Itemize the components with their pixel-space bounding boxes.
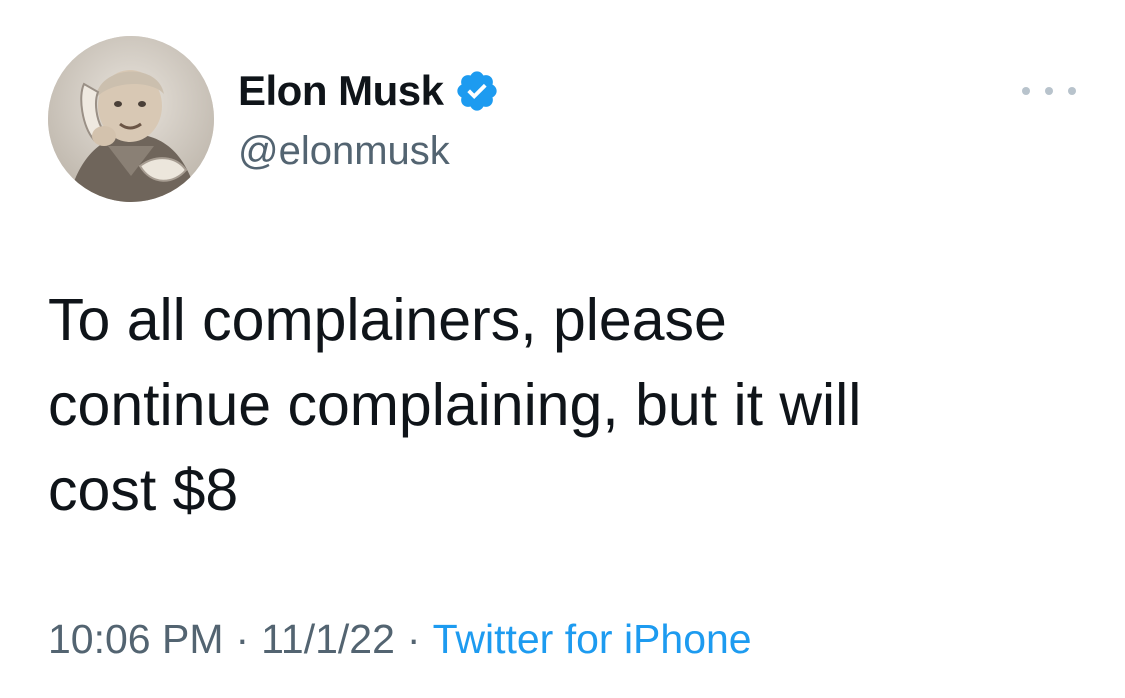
avatar-photo (48, 36, 214, 202)
more-horizontal-icon (1022, 87, 1030, 95)
meta-separator: · (406, 616, 421, 662)
meta-separator: · (235, 616, 250, 662)
more-options-button[interactable] (1022, 80, 1076, 102)
tweet-text: To all complainers, please continue comp… (48, 278, 1088, 533)
tweet-card: Elon Musk @elonmusk To all complainers, … (0, 0, 1125, 698)
tweet-text-line: continue complaining, but it will (48, 372, 862, 438)
tweet-source-link[interactable]: Twitter for iPhone (433, 616, 752, 662)
more-horizontal-icon (1068, 87, 1076, 95)
avatar[interactable] (48, 36, 214, 202)
author-name-row: Elon Musk (238, 64, 500, 118)
tweet-date[interactable]: 11/1/22 (261, 616, 395, 662)
author-handle[interactable]: @elonmusk (238, 124, 450, 178)
tweet-text-line: cost $8 (48, 457, 239, 523)
more-horizontal-icon (1045, 87, 1053, 95)
verified-badge-icon (454, 68, 500, 114)
tweet-text-line: To all complainers, please (48, 287, 727, 353)
tweet-meta: 10:06 PM · 11/1/22 · Twitter for iPhone (48, 612, 752, 666)
author-display-name[interactable]: Elon Musk (238, 64, 444, 118)
tweet-time[interactable]: 10:06 PM (48, 616, 224, 662)
